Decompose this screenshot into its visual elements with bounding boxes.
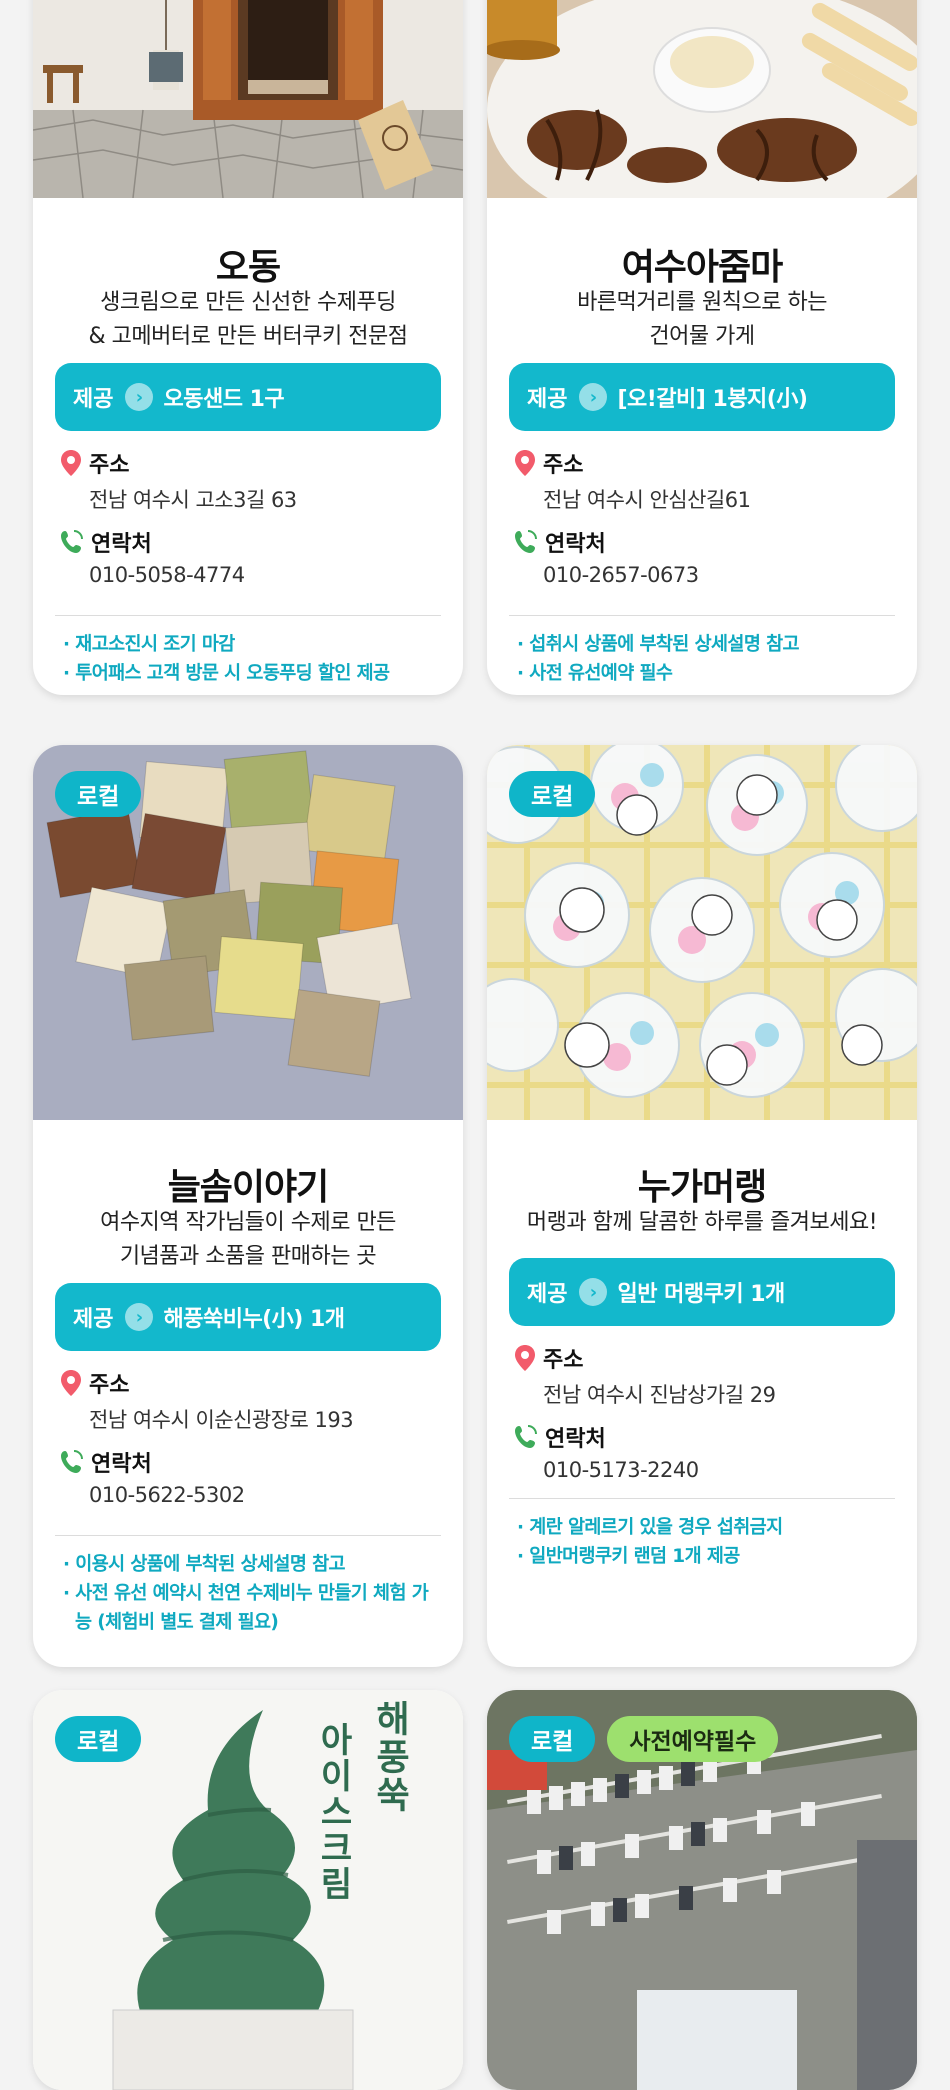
desc-line: 생크림으로 만든 신선한 수제푸딩 — [100, 290, 396, 315]
phone-icon — [61, 530, 83, 553]
address-heading: 주소 — [513, 447, 583, 479]
store-description: 여수지역 작가님들이 수제로 만든 기념품과 소품을 판매하는 곳 — [33, 1206, 463, 1274]
phone-value[interactable]: 010-5058-4774 — [89, 563, 245, 587]
contact-label: 연락처 — [91, 532, 152, 557]
store-card-yeosu-ajumma[interactable]: 여수아줌마 바른먹거리를 원칙으로 하는 건어물 가게 제공 › [오!갈비] … — [487, 0, 917, 695]
store-description: 바른먹거리를 원칙으로 하는 건어물 가게 — [487, 286, 917, 354]
store-description: 생크림으로 만든 신선한 수제푸딩 & 고메버터로 만든 버터쿠키 전문점 — [33, 286, 463, 354]
image-text-haepungssuk: 해풍쑥 — [369, 1700, 410, 1814]
local-badge: 로컬 — [509, 771, 596, 817]
offer-label: 제공 — [73, 387, 114, 412]
desc-line: 여수지역 작가님들이 수제로 만든 — [100, 1210, 396, 1235]
desc-line: 머랭과 함께 달콤한 하루를 즐겨보세요! — [526, 1210, 878, 1235]
divider — [55, 1535, 441, 1536]
store-card-odong[interactable]: 오동 생크림으로 만든 신선한 수제푸딩 & 고메버터로 만든 버터쿠키 전문점… — [33, 0, 463, 695]
offer-banner: 제공 › 일반 머랭쿠키 1개 — [509, 1258, 895, 1326]
image-text-icecream: 아이스크림 — [313, 1722, 353, 1902]
contact-label: 연락처 — [91, 1452, 152, 1477]
offer-label: 제공 — [527, 387, 568, 412]
address-label: 주소 — [543, 453, 584, 478]
contact-heading: 연락처 — [513, 526, 606, 558]
offer-label: 제공 — [527, 1282, 568, 1307]
store-title: 누가머랭 — [637, 1167, 767, 1208]
offer-item: [오!갈비] 1봉지(小) — [617, 387, 808, 412]
store-card-nuga-meringue[interactable]: 로컬 누가머랭 머랭과 함께 달콤한 하루를 즐겨보세요! 제공 › 일반 머랭… — [487, 745, 917, 1667]
notes: · 재고소진시 조기 마감 · 투어패스 고객 방문 시 오동푸딩 할인 제공 — [63, 630, 443, 688]
offer-banner: 제공 › 해풍쑥비누(小) 1개 — [55, 1283, 441, 1351]
offer-item: 오동샌드 1구 — [163, 387, 285, 412]
badge-row: 로컬 — [55, 1716, 142, 1762]
notes: · 이용시 상품에 부착된 상세설명 참고 · 사전 유선 예약시 천연 수제비… — [63, 1550, 443, 1637]
store-title: 오동 — [215, 247, 281, 288]
phone-icon — [515, 1425, 537, 1448]
local-badge: 로컬 — [55, 1716, 142, 1762]
store-card-neulsom[interactable]: 로컬 늘솜이야기 여수지역 작가님들이 수제로 만든 기념품과 소품을 판매하는… — [33, 745, 463, 1667]
store-title: 여수아줌마 — [621, 247, 784, 288]
address-heading: 주소 — [59, 1367, 129, 1399]
offer-banner: 제공 › 오동샌드 1구 — [55, 363, 441, 431]
address-label: 주소 — [543, 1348, 584, 1373]
chevron-right-icon: › — [579, 383, 608, 411]
contact-heading: 연락처 — [59, 526, 152, 558]
address-value: 전남 여수시 이순신광장로 193 — [89, 1408, 354, 1432]
contact-label: 연락처 — [545, 1427, 606, 1452]
address-label: 주소 — [89, 453, 130, 478]
divider — [509, 1498, 895, 1499]
location-pin-icon — [61, 450, 81, 476]
store-title: 늘솜이야기 — [167, 1167, 330, 1208]
desc-line: 건어물 가게 — [649, 324, 755, 349]
location-pin-icon — [515, 1345, 535, 1371]
note-item: · 섭취시 상품에 부착된 상세설명 참고 — [517, 634, 800, 655]
store-card-parking[interactable]: 로컬 사전예약필수 — [487, 1690, 917, 2090]
offer-item: 일반 머랭쿠키 1개 — [617, 1282, 785, 1307]
location-pin-icon — [515, 450, 535, 476]
note-item: · 재고소진시 조기 마감 — [63, 634, 235, 655]
offer-item: 해풍쑥비누(小) 1개 — [163, 1307, 345, 1332]
note-item: · 사전 유선예약 필수 — [517, 663, 673, 684]
offer-label: 제공 — [73, 1307, 114, 1332]
phone-icon — [61, 1450, 83, 1473]
phone-icon — [515, 530, 537, 553]
address-value: 전남 여수시 고소3길 63 — [89, 488, 297, 512]
notes: · 섭취시 상품에 부착된 상세설명 참고 · 사전 유선예약 필수 — [517, 630, 897, 688]
phone-value[interactable]: 010-5173-2240 — [543, 1458, 699, 1482]
store-card-ice-cream[interactable]: 해풍쑥 아이스크림 로컬 — [33, 1690, 463, 2090]
store-photo — [487, 0, 917, 198]
note-item: · 이용시 상품에 부착된 상세설명 참고 — [63, 1554, 346, 1575]
contact-heading: 연락처 — [513, 1421, 606, 1453]
local-badge: 로컬 — [55, 771, 142, 817]
contact-heading: 연락처 — [59, 1446, 152, 1478]
note-item: · 계란 알레르기 있을 경우 섭취금지 — [517, 1517, 783, 1538]
address-value: 전남 여수시 진남상가길 29 — [543, 1383, 776, 1407]
badge-row: 로컬 — [509, 771, 596, 817]
chevron-right-icon: › — [579, 1278, 608, 1306]
badge-row: 로컬 사전예약필수 — [509, 1716, 779, 1762]
local-badge: 로컬 — [509, 1716, 596, 1762]
divider — [509, 615, 895, 616]
chevron-right-icon: › — [125, 1303, 154, 1331]
note-item: · 사전 유선 예약시 천연 수제비누 만들기 체험 가능 (체험비 별도 결제… — [63, 1583, 429, 1633]
phone-value[interactable]: 010-5622-5302 — [89, 1483, 245, 1507]
note-item: · 일반머랭쿠키 랜덤 1개 제공 — [517, 1546, 740, 1567]
offer-banner: 제공 › [오!갈비] 1봉지(小) — [509, 363, 895, 431]
location-pin-icon — [61, 1370, 81, 1396]
divider — [55, 615, 441, 616]
badge-row: 로컬 — [55, 771, 142, 817]
phone-value[interactable]: 010-2657-0673 — [543, 563, 699, 587]
reservation-required-badge: 사전예약필수 — [607, 1716, 779, 1762]
address-label: 주소 — [89, 1373, 130, 1398]
chevron-right-icon: › — [125, 383, 154, 411]
store-description: 머랭과 함께 달콤한 하루를 즐겨보세요! — [487, 1206, 917, 1240]
desc-line: 바른먹거리를 원칙으로 하는 — [577, 290, 827, 315]
desc-line: 기념품과 소품을 판매하는 곳 — [119, 1244, 377, 1269]
address-heading: 주소 — [513, 1342, 583, 1374]
store-photo — [33, 0, 463, 198]
desc-line: & 고메버터로 만든 버터쿠키 전문점 — [88, 324, 409, 349]
address-heading: 주소 — [59, 447, 129, 479]
contact-label: 연락처 — [545, 532, 606, 557]
address-value: 전남 여수시 안심산길61 — [543, 488, 751, 512]
note-item: · 투어패스 고객 방문 시 오동푸딩 할인 제공 — [63, 663, 390, 684]
notes: · 계란 알레르기 있을 경우 섭취금지 · 일반머랭쿠키 랜덤 1개 제공 — [517, 1513, 897, 1571]
